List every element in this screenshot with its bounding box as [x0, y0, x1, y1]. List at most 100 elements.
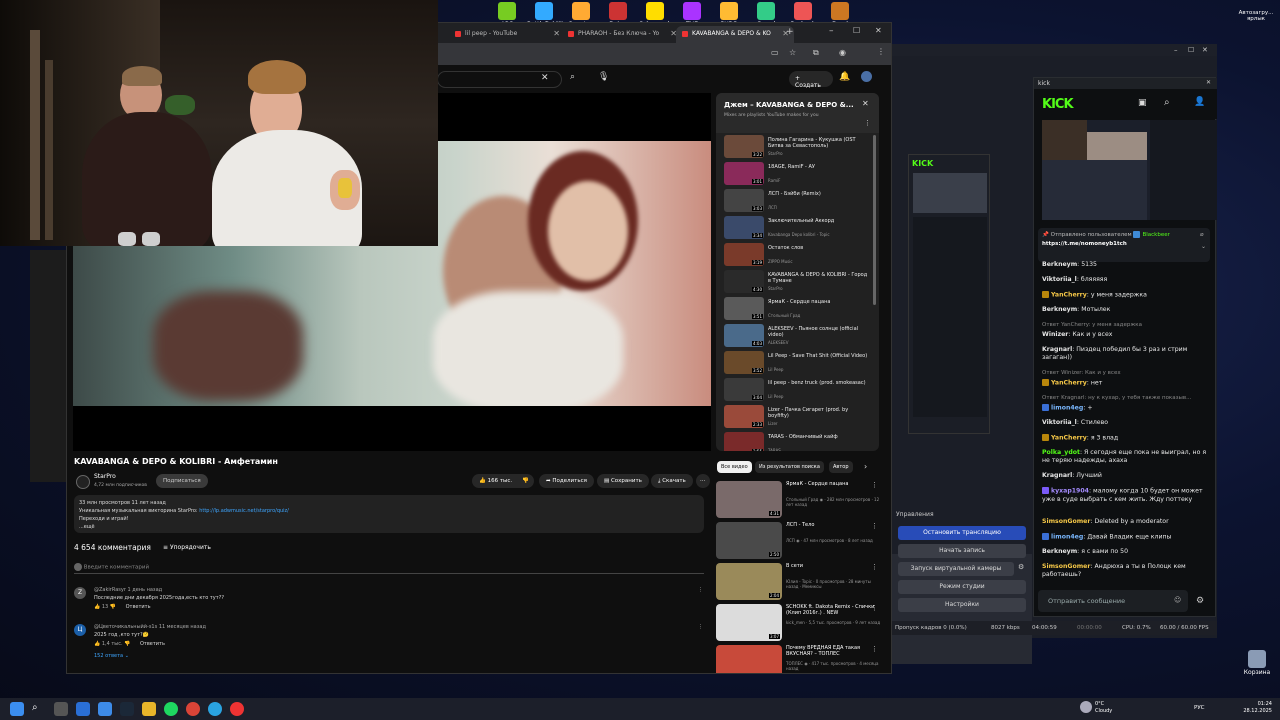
maximize-icon[interactable]: ☐	[1188, 46, 1194, 54]
mic-icon[interactable]: 🎙	[598, 72, 609, 82]
chat-username[interactable]: kyxap1904	[1051, 488, 1089, 495]
start-recording-button[interactable]: Начать запись	[898, 544, 1026, 558]
chat-input[interactable]: Отправить сообщение ☺	[1038, 590, 1188, 612]
close-window-icon[interactable]: ✕	[1206, 79, 1211, 86]
chat-username[interactable]: SimsonGomer	[1042, 518, 1090, 525]
playlist-item[interactable]: 3:03 ЛСП - Бэйби (Remix) ЛСП	[724, 189, 874, 215]
playlist-item[interactable]: 4:03 ALEKSEEV - Пьяное солнце (official v…	[724, 324, 874, 350]
start-icon[interactable]	[10, 702, 24, 716]
explorer-icon[interactable]	[142, 702, 156, 716]
playlist-item[interactable]: 4:30 KAVABANGA & DEPO & KOLIBRI - Город в…	[724, 270, 874, 296]
gear-icon[interactable]: ⚙	[1018, 563, 1024, 571]
chat-username[interactable]: YanCherry	[1051, 435, 1087, 442]
weather-widget[interactable]: 0°C Cloudy	[1095, 701, 1112, 715]
subscribe-button[interactable]: Подписаться	[156, 474, 208, 488]
desktop-shortcut-label[interactable]: Автозагру... ярлык	[1236, 10, 1276, 22]
app-icon[interactable]	[230, 702, 244, 716]
close-window-icon[interactable]: ✕	[875, 26, 882, 35]
pinned-message[interactable]: 📌 Отправлено пользователем Blackbeer htt…	[1038, 228, 1210, 262]
recommended-video[interactable]: 3:07 SCHOKK ft. Dakota Remix - Спички (Кл…	[716, 604, 886, 642]
inbox-icon[interactable]: ▣	[1138, 98, 1147, 108]
tab-lilpeep[interactable]: lil peep - YouTube ✕	[449, 26, 565, 43]
minimize-icon[interactable]: –	[1174, 46, 1178, 54]
playlist-item[interactable]: 3:22 Полина Гагарина - Кукушка (OST Битва…	[724, 135, 874, 161]
recycle-bin[interactable]: Корзина	[1240, 650, 1274, 676]
like-button[interactable]: 👍 166 тыс. 👎	[472, 474, 534, 488]
save-button[interactable]: ▤ Сохранить	[597, 474, 649, 488]
telegram-icon[interactable]	[208, 702, 222, 716]
extensions-icon[interactable]: ⧉	[813, 48, 819, 58]
playlist-menu-icon[interactable]: ⋮	[864, 119, 871, 127]
search-icon[interactable]: ⌕	[1164, 97, 1170, 108]
chevron-down-icon[interactable]: ⌄	[1201, 242, 1206, 251]
chat-username[interactable]: YanCherry	[1051, 292, 1087, 299]
video-menu-icon[interactable]: ⋮	[871, 604, 878, 612]
tab-pharaoh[interactable]: PHARAOH - Без Ключа - Yo ✕	[562, 26, 682, 43]
reply-button[interactable]: Ответить	[126, 604, 151, 610]
new-tab-icon[interactable]: +	[786, 27, 794, 37]
more-actions-button[interactable]: ⋯	[696, 474, 710, 488]
create-button[interactable]: + Создать	[789, 71, 833, 89]
minimize-icon[interactable]: –	[829, 26, 834, 36]
dislike-icon[interactable]: 👎	[124, 641, 130, 647]
show-more[interactable]: ...ещё	[79, 523, 699, 531]
recommended-video[interactable]: 4:31 ЯрмаК - Сердце пацана Стольный Град ◉…	[716, 481, 886, 519]
kick-logo[interactable]: KICK	[1042, 97, 1074, 112]
chat-username[interactable]: limon4eg	[1051, 534, 1083, 541]
video-menu-icon[interactable]: ⋮	[871, 645, 878, 653]
quiz-link[interactable]: http://lp.adwmusic.net/starpro/quiz/	[199, 508, 289, 514]
widgets-icon[interactable]	[98, 702, 112, 716]
clear-search-icon[interactable]: ✕	[541, 73, 549, 83]
like-icon[interactable]: 👍	[94, 604, 100, 610]
chat-username[interactable]: Viktoriia_l	[1042, 419, 1077, 426]
dislike-icon[interactable]: 👎	[110, 604, 116, 610]
store-icon[interactable]	[76, 702, 90, 716]
playlist-scrollbar[interactable]	[873, 135, 876, 305]
steam-icon[interactable]	[120, 702, 134, 716]
profile-icon[interactable]: ◉	[839, 48, 846, 57]
reply-button[interactable]: Ответить	[140, 641, 165, 647]
video-menu-icon[interactable]: ⋮	[871, 522, 878, 530]
virtual-camera-button[interactable]: Запуск виртуальной камеры	[898, 562, 1014, 576]
dislike-icon[interactable]: 👎	[522, 478, 529, 484]
pinned-link[interactable]: https://t.me/nomoneyb1tch	[1042, 241, 1127, 247]
chat-username[interactable]: Kragnarl	[1042, 346, 1072, 353]
unpin-icon[interactable]: ⌀	[1200, 230, 1204, 239]
close-playlist-icon[interactable]: ✕	[862, 99, 869, 108]
stop-stream-button[interactable]: Остановить трансляцию	[898, 526, 1026, 540]
comment-menu-icon[interactable]: ⋮	[698, 587, 703, 593]
like-icon[interactable]: 👍	[94, 641, 100, 647]
search-icon[interactable]: ⌕	[570, 72, 575, 82]
video-menu-icon[interactable]: ⋮	[871, 481, 878, 489]
clock[interactable]: 01:24 28.12.2025	[1243, 701, 1272, 715]
playlist-item[interactable]: 3:19 Остаток слов ZIPPO Music	[724, 243, 874, 269]
playlist-item[interactable]: 3:01 18AGE, RamiF - АУ RamiF	[724, 162, 874, 188]
chat-username[interactable]: Berkneym	[1042, 548, 1077, 555]
tab-kavabanga[interactable]: KAVABANGA & DEPO & KO ✕	[676, 26, 794, 43]
chat-username[interactable]: Viktoriia_l	[1042, 276, 1077, 283]
kick-stream-preview[interactable]	[1042, 120, 1217, 220]
search-icon[interactable]: ⌕	[32, 702, 46, 716]
chat-username[interactable]: YanCherry	[1051, 380, 1087, 387]
channel-avatar[interactable]	[76, 475, 90, 489]
chrome-icon[interactable]	[186, 702, 200, 716]
chat-username[interactable]: SimsonGomer	[1042, 563, 1090, 570]
download-button[interactable]: ⤓ Скачать	[651, 474, 693, 488]
user-icon[interactable]: 👤	[1194, 97, 1205, 107]
avatar[interactable]	[861, 71, 872, 82]
bookmark-star-icon[interactable]: ☆	[789, 48, 796, 57]
cast-icon[interactable]: ▭	[771, 48, 779, 57]
emoji-icon[interactable]: ☺	[1174, 596, 1181, 604]
chevron-right-icon[interactable]: ›	[864, 462, 867, 471]
channel-name[interactable]: StarPro	[94, 473, 116, 480]
video-description[interactable]: 33 млн просмотров 11 лет назад Уникальна…	[74, 495, 704, 533]
playlist-item[interactable]: 3:51 ЯрмаК - Сердце пацана Стольный Град	[724, 297, 874, 323]
show-replies-button[interactable]: 152 ответа ⌄	[94, 653, 206, 659]
chip-all[interactable]: Все видео	[717, 461, 752, 473]
playlist-item[interactable]: 2:55 TARAS - Обманчивый кайф TARAS	[724, 432, 874, 451]
recommended-video[interactable]: 2:04 В сети Юлия - Topic · 0 просмотров · …	[716, 563, 886, 601]
maximize-icon[interactable]: ☐	[853, 26, 860, 35]
task-view-icon[interactable]	[54, 702, 68, 716]
kebab-menu-icon[interactable]: ⋮	[877, 47, 885, 56]
chat-username[interactable]: Polka_ydot	[1042, 449, 1080, 456]
